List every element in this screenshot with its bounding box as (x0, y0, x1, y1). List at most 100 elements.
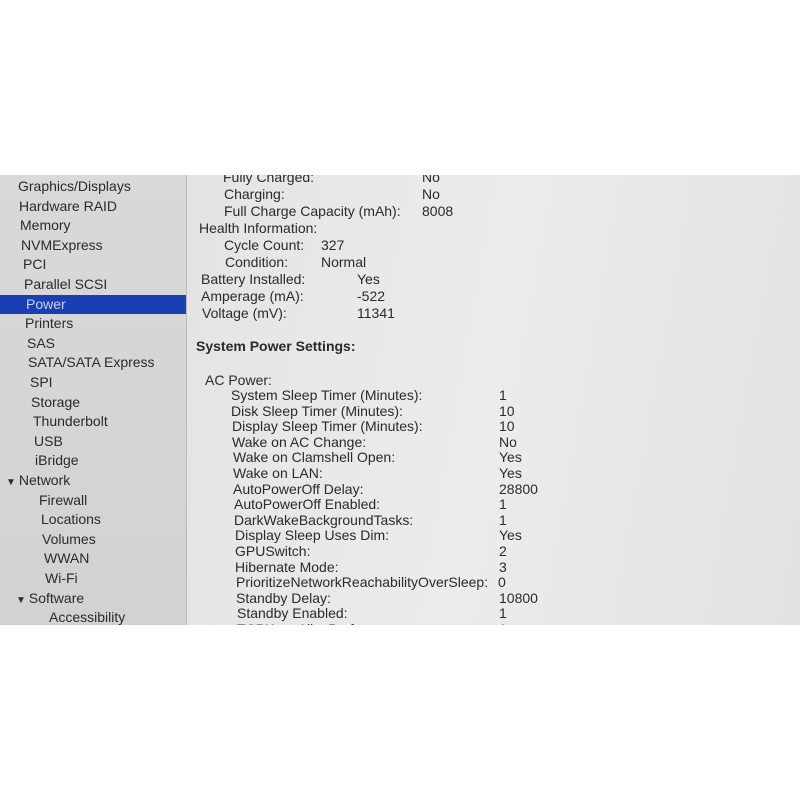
info-label: Fully Charged: (223, 175, 315, 185)
info-label: Battery Installed: (201, 271, 306, 287)
sidebar-item-graphics-displays[interactable]: Graphics/Displays (18, 177, 131, 196)
info-label: Standby Delay: (236, 589, 331, 606)
sidebar-item-label: SPI (30, 374, 53, 390)
info-value: -522 (357, 288, 386, 304)
info-label: Wake on LAN: (233, 465, 323, 481)
sidebar-item-label: Volumes (42, 530, 96, 547)
sidebar-item-label: Firewall (39, 491, 88, 508)
info-label: Condition: (225, 254, 289, 270)
sidebar-item-parallel-scsi[interactable]: Parallel SCSI (24, 275, 107, 294)
sidebar-item-label: SAS (27, 334, 56, 351)
sidebar-item-label: Software (28, 589, 85, 606)
sidebar-item-label: NVMExpress (21, 236, 103, 253)
info-label: Wake on Clamshell Open: (233, 449, 396, 466)
info-label: Standby Enabled: (237, 605, 348, 622)
info-label: PrioritizeNetworkReachabilityOverSleep: (236, 574, 489, 591)
sidebar-item-locations[interactable]: Locations (41, 510, 101, 529)
info-value: 10 (499, 418, 515, 435)
sidebar-item-label: USB (34, 432, 63, 449)
sidebar-item-label: WWAN (44, 550, 90, 567)
info-value: 3 (499, 558, 507, 575)
sidebar-item-label: Parallel SCSI (24, 276, 108, 292)
sidebar-item-power[interactable]: Power (0, 294, 186, 314)
sidebar-item-label: iBridge (35, 452, 79, 469)
power-detail-pane: System Power Settings: AC Power: Fully C… (187, 175, 800, 625)
info-value: 0 (498, 574, 506, 591)
info-label: Health Information: (199, 220, 318, 236)
info-value: 1 (499, 496, 507, 513)
info-value: Yes (499, 449, 522, 466)
sidebar-item-volumes[interactable]: Volumes (42, 530, 96, 549)
sidebar-item-label: Network (18, 472, 71, 488)
sidebar-item-network[interactable]: ▼ Network (6, 471, 70, 490)
sidebar-item-wwan[interactable]: WWAN (44, 549, 89, 568)
sidebar-item-printers[interactable]: Printers (25, 314, 73, 333)
sidebar-item-label: Power (26, 295, 66, 312)
sidebar[interactable]: Graphics/Displays Hardware RAID Memory NVME… (0, 175, 187, 625)
info-value: 1 (499, 605, 507, 622)
info-label: Voltage (mV): (202, 305, 287, 321)
section-title: System Power Settings: (196, 338, 356, 354)
info-label: System Sleep Timer (Minutes): (231, 387, 423, 403)
info-label: Wake on AC Change: (232, 433, 367, 450)
info-value: 1 (499, 387, 507, 403)
sidebar-item-label: Memory (20, 217, 71, 234)
sidebar-item-accessibility[interactable]: Accessibility (49, 608, 125, 625)
sidebar-item-memory[interactable]: Memory (20, 216, 71, 235)
info-label: Full Charge Capacity (mAh): (224, 203, 401, 219)
system-information-window: Graphics/Displays Hardware RAID Memory NVME… (0, 175, 800, 625)
sidebar-item-ibridge[interactable]: iBridge (35, 451, 79, 470)
info-label: GPUSwitch: (235, 543, 311, 559)
info-label: Display Sleep Uses Dim: (235, 527, 390, 544)
info-value: 1 (499, 511, 507, 528)
info-label: Charging: (224, 186, 285, 202)
sidebar-item-sata-sata-express[interactable]: SATA/SATA Express (28, 353, 155, 372)
sidebar-item-hardware-raid[interactable]: Hardware RAID (19, 197, 117, 216)
info-value: 11341 (357, 305, 395, 321)
sidebar-item-usb[interactable]: USB (34, 432, 63, 451)
info-value: Yes (357, 271, 380, 287)
info-value: 10 (499, 402, 515, 419)
disclosure-triangle-icon[interactable]: ▼ (16, 595, 26, 606)
sidebar-item-label: PCI (23, 256, 47, 273)
info-value: Yes (499, 527, 522, 544)
info-value: No (422, 186, 440, 202)
sidebar-item-label: SATA/SATA Express (28, 354, 155, 371)
sidebar-item-label: Storage (31, 393, 81, 410)
info-value: No (422, 175, 440, 185)
sidebar-item-spi[interactable]: SPI (30, 373, 53, 392)
info-value: Normal (321, 254, 367, 270)
info-label: Hibernate Mode: (235, 558, 339, 575)
info-value: 8008 (422, 203, 454, 219)
info-value: 327 (321, 237, 345, 253)
sidebar-item-wi-fi[interactable]: Wi-Fi (45, 569, 78, 588)
disclosure-triangle-icon[interactable]: ▼ (6, 477, 16, 488)
sidebar-item-sas[interactable]: SAS (27, 334, 55, 353)
sidebar-item-label: Graphics/Displays (18, 178, 131, 194)
sidebar-item-storage[interactable]: Storage (31, 393, 80, 412)
info-label: Disk Sleep Timer (Minutes): (231, 402, 403, 419)
info-value: 1 (499, 621, 507, 625)
sidebar-item-label: Thunderbolt (33, 413, 108, 430)
info-label: Amperage (mA): (201, 288, 304, 304)
sidebar-item-pci[interactable]: PCI (23, 255, 46, 274)
sidebar-item-label: Hardware RAID (19, 197, 118, 214)
sidebar-item-thunderbolt[interactable]: Thunderbolt (33, 412, 108, 431)
sidebar-item-software[interactable]: ▼ Software (16, 589, 84, 608)
info-value: 10800 (499, 589, 538, 606)
info-value: 2 (499, 543, 507, 559)
info-label: Cycle Count: (224, 237, 305, 253)
info-value: 28800 (499, 480, 538, 497)
info-value: Yes (499, 465, 522, 481)
info-value: No (499, 433, 517, 450)
info-label: AutoPowerOff Delay: (233, 480, 364, 497)
info-label: DarkWakeBackgroundTasks: (234, 511, 414, 528)
info-label: TCPKeepAlivePref: (237, 621, 358, 625)
info-label: AutoPowerOff Enabled: (234, 496, 381, 513)
sidebar-item-label: Locations (41, 511, 101, 528)
sidebar-item-firewall[interactable]: Firewall (39, 491, 87, 510)
info-label: Display Sleep Timer (Minutes): (232, 418, 423, 435)
sidebar-item-label: Accessibility (49, 609, 126, 625)
sidebar-item-label: Wi-Fi (45, 570, 78, 586)
sidebar-item-nvmexpress[interactable]: NVMExpress (21, 236, 103, 255)
